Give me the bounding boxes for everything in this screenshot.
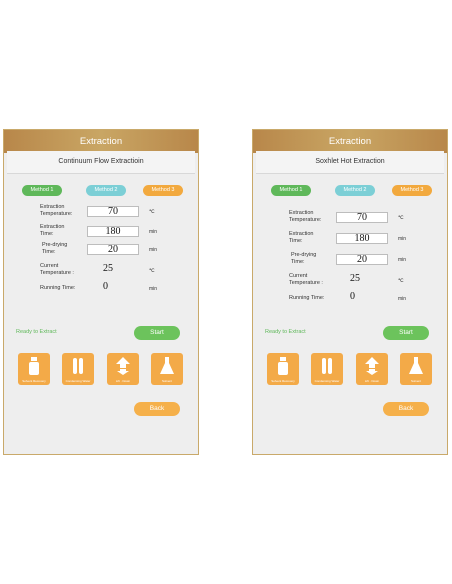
extraction-time-input[interactable]: 180 <box>336 233 388 244</box>
solvent-button[interactable]: Solvent <box>151 353 183 385</box>
extraction-time-label-line2: Time: <box>289 238 303 244</box>
extraction-temperature-unit: ℃ <box>398 215 404 221</box>
bottle-icon <box>278 357 288 375</box>
running-time-unit: min <box>398 296 407 302</box>
current-temperature-value: 25 <box>350 273 360 284</box>
back-button[interactable]: Back <box>134 402 180 416</box>
method-2-button[interactable]: Method 2 <box>335 185 375 196</box>
extraction-time-label-line1: Extraction <box>289 231 314 237</box>
subtitle: Soxhlet Hot Extraction <box>256 151 444 174</box>
method-2-button[interactable]: Method 2 <box>86 185 126 196</box>
current-temperature-value: 25 <box>103 263 113 274</box>
extraction-screen-continuum: Extraction Continuum Flow Extractioin Me… <box>3 129 199 455</box>
running-time-label: Running Time: <box>40 285 76 291</box>
start-button[interactable]: Start <box>383 326 429 340</box>
running-time-label: Running Time: <box>289 295 325 301</box>
tile-label: Lift · Down <box>115 379 131 383</box>
status-text: Ready to Extract <box>265 329 306 335</box>
tile-label: Solvent <box>410 379 421 383</box>
predrying-time-label-line1: Pre-drying <box>42 242 68 248</box>
up-down-arrow-icon <box>116 357 130 375</box>
tile-label: Solvent <box>161 379 172 383</box>
start-button[interactable]: Start <box>134 326 180 340</box>
extraction-temperature-label-line2: Temperature: <box>289 217 322 223</box>
solvent-button[interactable]: Solvent <box>400 353 432 385</box>
current-temperature-label-line2: Temperature : <box>40 270 74 276</box>
predrying-time-label-line2: Time: <box>291 259 305 265</box>
extraction-temperature-input[interactable]: 70 <box>87 206 139 217</box>
predrying-time-unit: min <box>149 247 158 253</box>
tile-label: Condensing Water <box>314 379 340 383</box>
method-3-button[interactable]: Method 3 <box>392 185 432 196</box>
lift-down-button[interactable]: Lift · Down <box>356 353 388 385</box>
status-text: Ready to Extract <box>16 329 57 335</box>
header-title: Extraction <box>253 130 447 153</box>
tile-label: Lift · Down <box>364 379 380 383</box>
current-temperature-label-line1: Current <box>289 273 308 279</box>
lift-down-button[interactable]: Lift · Down <box>107 353 139 385</box>
extraction-time-unit: min <box>398 236 407 242</box>
condensing-water-button[interactable]: Condensing Water <box>311 353 343 385</box>
predrying-time-label-line1: Pre-drying <box>291 252 317 258</box>
flask-icon <box>409 357 423 374</box>
extraction-temperature-input[interactable]: 70 <box>336 212 388 223</box>
running-time-unit: min <box>149 286 158 292</box>
extraction-temperature-unit: ℃ <box>149 209 155 215</box>
subtitle: Continuum Flow Extractioin <box>7 151 195 174</box>
extraction-temperature-label-line2: Temperature: <box>40 211 73 217</box>
running-time-value: 0 <box>103 281 108 292</box>
extraction-time-label-line2: Time: <box>40 231 54 237</box>
current-temperature-label-line1: Current <box>40 263 59 269</box>
test-tubes-icon <box>322 358 332 374</box>
condensing-water-button[interactable]: Condensing Water <box>62 353 94 385</box>
test-tubes-icon <box>73 358 83 374</box>
extraction-time-input[interactable]: 180 <box>87 226 139 237</box>
tile-label: Solvent Recovery <box>271 379 295 383</box>
predrying-time-label-line2: Time: <box>42 249 56 255</box>
flask-icon <box>160 357 174 374</box>
predrying-time-input[interactable]: 20 <box>336 254 388 265</box>
tile-label: Solvent Recovery <box>22 379 46 383</box>
method-1-button[interactable]: Method 1 <box>22 185 62 196</box>
header-title: Extraction <box>4 130 198 153</box>
predrying-time-unit: min <box>398 257 407 263</box>
extraction-time-unit: min <box>149 229 158 235</box>
tile-label: Condensing Water <box>65 379 91 383</box>
current-temperature-unit: ℃ <box>149 268 155 274</box>
extraction-time-label-line1: Extraction <box>40 224 65 230</box>
current-temperature-label-line2: Temperature : <box>289 280 323 286</box>
method-1-button[interactable]: Method 1 <box>271 185 311 196</box>
bottle-icon <box>29 357 39 375</box>
extraction-temperature-label-line1: Extraction <box>40 204 65 210</box>
method-3-button[interactable]: Method 3 <box>143 185 183 196</box>
back-button[interactable]: Back <box>383 402 429 416</box>
running-time-value: 0 <box>350 291 355 302</box>
extraction-screen-soxhlet: Extraction Soxhlet Hot Extraction Method… <box>252 129 448 455</box>
solvent-recovery-button[interactable]: Solvent Recovery <box>18 353 50 385</box>
solvent-recovery-button[interactable]: Solvent Recovery <box>267 353 299 385</box>
current-temperature-unit: ℃ <box>398 278 404 284</box>
extraction-temperature-label-line1: Extraction <box>289 210 314 216</box>
up-down-arrow-icon <box>365 357 379 375</box>
predrying-time-input[interactable]: 20 <box>87 244 139 255</box>
